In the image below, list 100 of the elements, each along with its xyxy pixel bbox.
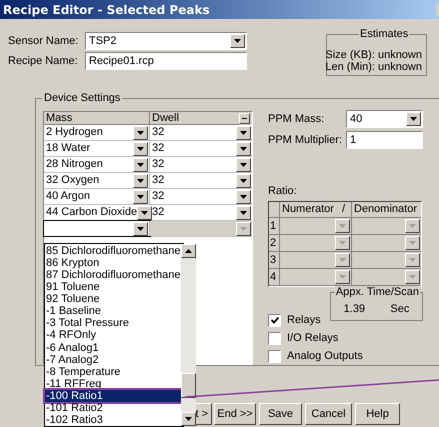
dropdown-button[interactable] [406,112,421,126]
column-header[interactable]: Dwell [150,112,239,125]
row-number: 1 [269,218,280,234]
dropdown-button[interactable] [335,218,350,232]
dropdown-button[interactable] [236,190,251,204]
dropdown-button[interactable] [405,252,420,266]
scroll-up-button[interactable] [180,244,196,258]
list-item[interactable]: -11 RFFreq [45,378,181,390]
dwell-cell[interactable]: 32 [150,173,252,188]
dwell-cell[interactable]: 32 [150,157,252,172]
group-title: Appx. Time/Scan [334,286,420,298]
dropdown-button[interactable] [230,34,245,48]
caret-icon [410,117,417,121]
mass-cell[interactable]: 32 Oxygen [44,173,150,188]
time-unit: Sec [390,302,410,317]
scrollbar[interactable] [180,244,196,426]
dropdown-button[interactable] [405,270,420,284]
dwell-cell[interactable]: 32 [150,205,252,220]
caret-icon [409,240,416,244]
caret-icon [240,194,247,198]
dropdown-button[interactable] [335,236,350,250]
dialog-button[interactable]: End >> [214,403,256,425]
scroll-down-button[interactable] [180,412,196,426]
caret-icon [137,130,144,134]
dialog-button[interactable]: Cancel [305,403,352,425]
header-button[interactable] [239,113,250,124]
mass-cell[interactable]: 18 Water [44,141,150,156]
caret-icon [137,146,144,150]
dropdown-button[interactable] [405,236,420,250]
caret-icon [240,226,247,230]
input-field[interactable]: 1 [346,131,423,149]
caret-icon [240,210,247,214]
dropdown-button[interactable] [133,222,148,236]
checkbox[interactable] [268,350,281,362]
list-item[interactable]: 86 Krypton [45,257,181,270]
dropdown-button[interactable] [133,174,148,188]
dropdown-button[interactable] [137,206,152,220]
mass-cell[interactable]: 44 Carbon Dioxide [44,205,150,220]
list-item[interactable]: -100 Ratio1 [45,390,181,402]
dialog-button[interactable]: Help [355,403,400,425]
scroll-thumb[interactable] [180,373,196,398]
list-item[interactable]: 91 Toluene [45,281,181,294]
checkbox-label: Relays [287,312,321,328]
dropdown-button[interactable] [236,126,251,140]
caret-icon [234,39,241,43]
caret-icon [409,224,416,228]
dropdown-button[interactable] [133,126,148,140]
column-header[interactable]: Denominator [352,202,421,218]
dropdown-button[interactable] [335,252,350,266]
dropdown-button[interactable] [133,142,148,156]
estimate-text: Size (KB): unknown [325,49,422,61]
group-title: Device Settings [42,92,122,104]
dwell-cell[interactable]: 32 [150,125,252,140]
list-item[interactable]: -1 Baseline [45,305,181,318]
combo-box[interactable]: TSP2 [85,32,247,50]
list-item[interactable]: -101 Ratio2 [45,402,181,414]
dwell-cell[interactable]: 32 [150,141,252,156]
ratio-label: Ratio: [268,184,297,199]
mass-cell[interactable]: 40 Argon [44,189,150,204]
combo-box[interactable]: 40 [346,110,423,128]
caret-icon [339,274,346,278]
dropdown-button[interactable] [405,218,420,232]
list-item[interactable]: -3 Total Pressure [45,317,181,330]
recipe-name-label: Recipe Name: [8,54,79,69]
row-number: 4 [269,268,280,284]
list-item[interactable]: -102 Ratio3 [45,414,181,426]
input-field[interactable]: Recipe01.rcp [85,52,247,70]
row-number: 2 [269,234,280,250]
dropdown-button[interactable] [133,190,148,204]
mass-cell[interactable]: 2 Hydrogen [44,125,150,140]
dash-icon [242,118,247,119]
column-header[interactable]: Numerator [282,202,334,216]
dropdown-button[interactable] [236,158,251,172]
list-item[interactable]: -4 RFOnly [45,329,181,342]
mass-cell[interactable]: 28 Nitrogen [44,157,150,172]
checkbox[interactable] [268,332,281,344]
list-item[interactable]: -6 Analog1 [45,342,181,354]
caret-icon [137,226,144,230]
dialog-button[interactable]: Save [259,403,302,425]
dropdown-button[interactable] [236,174,251,188]
dropdown-button[interactable] [236,206,251,220]
column-header[interactable]: / [342,202,345,216]
list-item[interactable]: -8 Temperature [45,366,181,378]
mass-cell[interactable] [44,221,150,236]
caret-icon [240,178,247,182]
dropdown-button[interactable] [236,142,251,156]
caret-icon [240,162,247,166]
dropdown-button[interactable] [133,158,148,172]
list-item[interactable]: -7 Analog2 [45,354,181,366]
dropdown-button[interactable] [335,270,350,284]
list-item[interactable]: 85 Dichlorodifluoromethane [45,245,181,258]
check-icon [270,316,278,324]
row-number: 3 [269,252,280,268]
ppm-mass-label: PPM Mass: [268,112,324,127]
list-item[interactable]: 92 Toluene [45,293,181,306]
dwell-cell[interactable]: 32 [150,189,252,204]
caret-icon [409,274,416,278]
list-item[interactable]: 87 Dichlorodifluoromethane [45,269,181,282]
column-header[interactable]: Mass [44,112,150,125]
checkbox[interactable] [268,314,281,326]
